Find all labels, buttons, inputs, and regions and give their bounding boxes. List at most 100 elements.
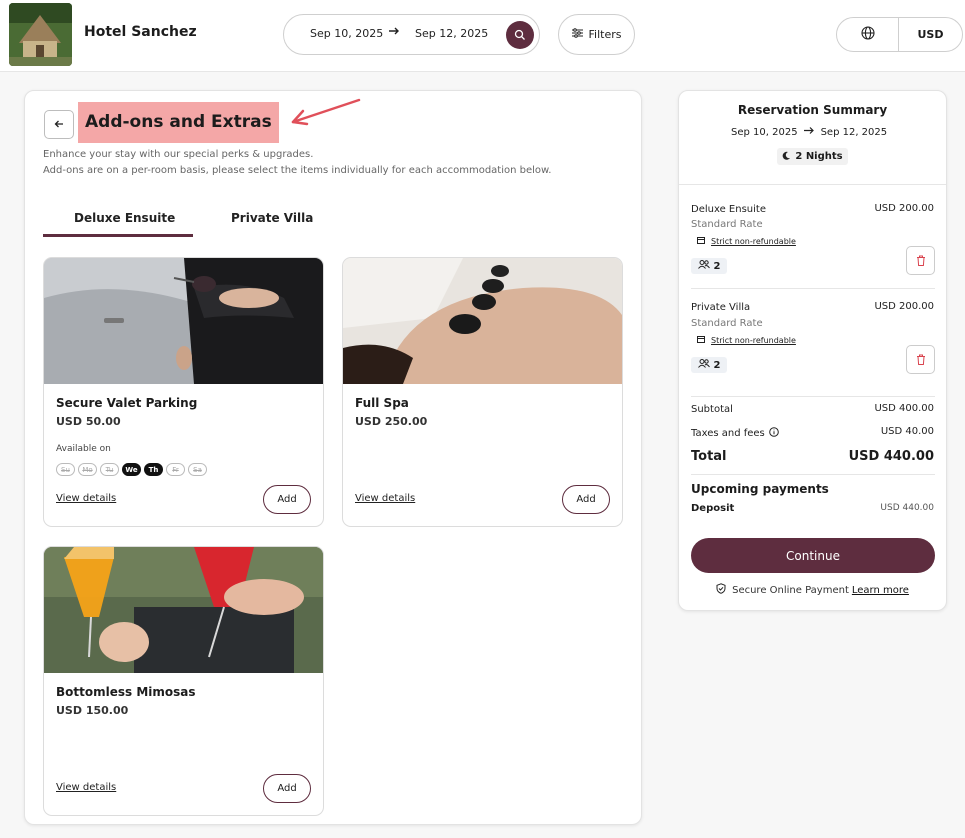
view-details-link[interactable]: View details <box>355 493 415 504</box>
summary-check-in: Sep 10, 2025 <box>731 127 798 138</box>
continue-button[interactable]: Continue <box>691 538 935 573</box>
trash-icon <box>916 350 926 369</box>
addon-name: Secure Valet Parking <box>56 396 198 410</box>
divider <box>691 474 935 475</box>
check-out-date[interactable]: Sep 12, 2025 <box>415 27 488 40</box>
addon-price: USD 50.00 <box>56 415 121 428</box>
currency-button[interactable]: USD <box>899 18 962 51</box>
search-icon <box>514 26 526 45</box>
add-button[interactable]: Add <box>562 485 610 514</box>
guests-icon <box>697 260 710 272</box>
guest-count: 2 <box>691 258 727 274</box>
add-button[interactable]: Add <box>263 485 311 514</box>
annotation-arrow-icon <box>291 98 361 126</box>
filters-button[interactable]: Filters <box>558 14 635 55</box>
room-price: USD 200.00 <box>874 301 934 312</box>
day-thursday: Th <box>144 463 163 476</box>
language-currency-switcher: USD <box>836 17 963 52</box>
addon-price: USD 150.00 <box>56 704 129 717</box>
addon-name: Full Spa <box>355 396 409 410</box>
policy-link[interactable]: Strict non-refundable <box>697 335 796 345</box>
deposit-value: USD 440.00 <box>880 503 934 513</box>
valet-parking-image <box>44 258 323 384</box>
taxes-row: Taxes and fees <box>691 427 779 440</box>
learn-more-link[interactable]: Learn more <box>852 585 909 596</box>
guest-count-value: 2 <box>713 359 721 371</box>
total-label: Total <box>691 449 727 464</box>
secure-label: Secure Online Payment <box>732 584 849 596</box>
check-in-date[interactable]: Sep 10, 2025 <box>310 27 383 40</box>
room-name: Private Villa <box>691 302 751 313</box>
day-saturday: Sa <box>188 463 207 476</box>
availability-label: Available on <box>56 444 111 454</box>
shield-icon <box>716 583 726 597</box>
nights-label: 2 Nights <box>795 151 843 162</box>
view-details-link[interactable]: View details <box>56 493 116 504</box>
day-monday: Mo <box>78 463 97 476</box>
top-bar: Hotel Sanchez Sep 10, 2025 Sep 12, 2025 … <box>0 0 965 72</box>
total-value: USD 440.00 <box>848 449 934 464</box>
date-range-picker[interactable]: Sep 10, 2025 Sep 12, 2025 <box>283 14 540 55</box>
filters-label: Filters <box>588 28 622 41</box>
globe-icon <box>860 25 875 44</box>
view-details-link[interactable]: View details <box>56 782 116 793</box>
addon-price: USD 250.00 <box>355 415 428 428</box>
guests-icon <box>697 359 710 371</box>
arrow-right-icon <box>803 127 815 138</box>
hotel-name: Hotel Sanchez <box>84 24 197 40</box>
policy-link[interactable]: Strict non-refundable <box>697 236 796 246</box>
moon-icon <box>782 151 791 163</box>
policy-label: Strict non-refundable <box>711 335 796 345</box>
upcoming-payments-title: Upcoming payments <box>691 482 829 496</box>
remove-room-button[interactable] <box>906 345 935 374</box>
mimosas-image <box>44 547 323 673</box>
addon-card-valet-parking: Secure Valet Parking USD 50.00 Available… <box>43 257 324 527</box>
availability-days: Su Mo Tu We Th Fr Sa <box>56 463 207 476</box>
addon-card-bottomless-mimosas: Bottomless Mimosas USD 150.00 View detai… <box>43 546 324 816</box>
room-rate: Standard Rate <box>691 219 763 230</box>
summary-dates: Sep 10, 2025 Sep 12, 2025 <box>731 126 887 138</box>
subtotal-label: Subtotal <box>691 404 733 415</box>
trash-icon <box>916 251 926 270</box>
add-button[interactable]: Add <box>263 774 311 803</box>
divider <box>679 184 946 185</box>
reservation-summary: Reservation Summary Sep 10, 2025 Sep 12, … <box>678 90 947 611</box>
arrow-right-icon <box>388 25 400 41</box>
day-sunday: Su <box>56 463 75 476</box>
policy-label: Strict non-refundable <box>711 236 796 246</box>
arrow-left-icon <box>54 118 64 132</box>
addon-name: Bottomless Mimosas <box>56 685 196 699</box>
summary-check-out: Sep 12, 2025 <box>820 127 888 138</box>
nights-badge: 2 Nights <box>777 148 848 165</box>
secure-payment-note: Secure Online Payment Learn more <box>679 583 946 597</box>
addon-card-full-spa: Full Spa USD 250.00 View details Add <box>342 257 623 527</box>
remove-room-button[interactable] <box>906 246 935 275</box>
room-rate: Standard Rate <box>691 318 763 329</box>
addons-panel: Add-ons and Extras Enhance your stay wit… <box>24 90 642 825</box>
room-name: Deluxe Ensuite <box>691 204 766 215</box>
title-highlight: Add-ons and Extras <box>78 102 279 143</box>
back-button[interactable] <box>44 110 74 139</box>
search-button[interactable] <box>506 21 534 49</box>
room-price: USD 200.00 <box>874 203 934 214</box>
calendar-icon <box>697 335 705 345</box>
tab-deluxe-ensuite[interactable]: Deluxe Ensuite <box>74 211 175 225</box>
deposit-label: Deposit <box>691 503 735 514</box>
full-spa-image <box>343 258 622 384</box>
sliders-icon <box>571 28 583 41</box>
summary-title: Reservation Summary <box>737 103 888 117</box>
day-tuesday: Tu <box>100 463 119 476</box>
day-friday: Fr <box>166 463 185 476</box>
taxes-value: USD 40.00 <box>880 426 934 437</box>
hotel-logo[interactable] <box>9 3 72 66</box>
calendar-icon <box>697 236 705 246</box>
language-button[interactable] <box>837 18 899 51</box>
divider <box>691 288 935 289</box>
tab-private-villa[interactable]: Private Villa <box>231 211 313 225</box>
description-line-2: Add-ons are on a per-room basis, please … <box>43 165 552 176</box>
divider <box>691 396 935 397</box>
description-line-1: Enhance your stay with our special perks… <box>43 149 314 160</box>
guest-count: 2 <box>691 357 727 373</box>
info-icon[interactable] <box>768 427 779 440</box>
page-title: Add-ons and Extras <box>85 112 272 132</box>
